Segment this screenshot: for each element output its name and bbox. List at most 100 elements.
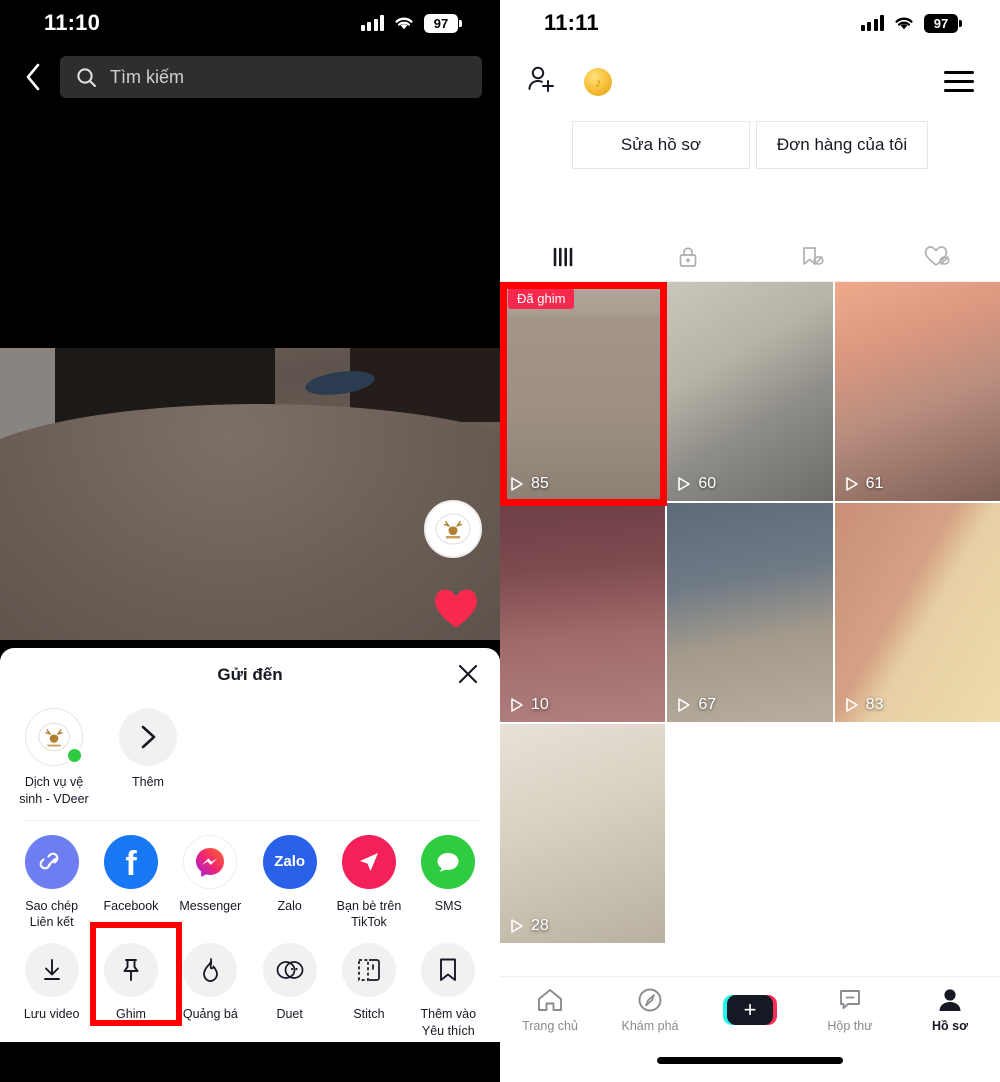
status-indicators: 97 [360, 13, 462, 33]
share-app-sms[interactable]: SMS [409, 834, 488, 931]
avatar[interactable] [424, 500, 482, 558]
video-thumbnail[interactable]: 10 [500, 503, 666, 722]
video-thumbnail[interactable]: 61 [834, 282, 1000, 501]
online-status-dot [66, 747, 83, 764]
tab-posts[interactable] [500, 235, 625, 281]
inbox-icon [840, 990, 860, 1009]
battery-indicator: 97 [424, 13, 462, 33]
action-label: Quảng bá [182, 1007, 238, 1021]
view-count-value: 83 [865, 696, 884, 713]
edit-profile-button[interactable]: Sửa hồ sơ [572, 121, 750, 169]
view-count: 28 [510, 917, 549, 935]
grid-posts-icon [553, 247, 572, 267]
share-app-messenger[interactable]: Messenger [171, 834, 250, 931]
close-button[interactable] [456, 662, 480, 691]
share-app-facebook[interactable]: f Facebook [91, 834, 170, 931]
action-stitch[interactable]: Stitch [329, 943, 408, 1039]
status-bar-right: 11:11 97 [500, 0, 1000, 46]
view-count: 60 [677, 475, 716, 493]
flame-icon [183, 943, 238, 997]
add-person-icon[interactable] [526, 64, 558, 99]
share-more-item[interactable]: Thêm [112, 708, 184, 808]
share-bottom-sheet: Gửi đến Dịch vụ vệ sinh - VDeer Thêm Sao… [0, 648, 500, 1042]
app-label: SMS [434, 898, 462, 913]
view-count: 83 [845, 696, 884, 714]
cellular-bars-icon [860, 15, 884, 31]
battery-indicator: 97 [924, 13, 962, 33]
dual-screenshot-comparison: 11:10 97 Tìm kiếm Gửi đến Dịch vụ vệ sin… [0, 0, 1000, 1082]
video-thumbnail[interactable]: Đã ghim 85 [500, 282, 666, 501]
back-button[interactable] [16, 57, 50, 97]
share-app-tiktok-friends[interactable]: Bạn bè trên TikTok [329, 834, 408, 931]
compass-icon [638, 988, 662, 1012]
video-thumbnail[interactable]: 83 [834, 503, 1000, 722]
hamburger-menu-icon[interactable] [944, 71, 974, 92]
status-bar-left: 11:10 97 [0, 0, 500, 46]
action-save-video[interactable]: Lưu video [12, 943, 91, 1039]
nav-create[interactable]: + [700, 994, 800, 1025]
action-label: Thêm vào Yêu thích [420, 1007, 477, 1038]
video-player[interactable] [0, 348, 500, 640]
share-app-zalo[interactable]: Zalo Zalo [250, 834, 329, 931]
status-time: 11:10 [44, 10, 101, 35]
download-icon [24, 943, 79, 997]
bottom-navigation: Trang chủ Khám phá + Hộp thư Hồ sơ [500, 976, 1000, 1042]
deer-logo-avatar [435, 513, 471, 545]
share-friend-item[interactable]: Dịch vụ vệ sinh - VDeer [18, 708, 90, 808]
share-sheet-title: Gửi đến [217, 665, 283, 684]
nav-inbox[interactable]: Hộp thư [800, 986, 900, 1033]
tiktok-friends-icon [341, 834, 396, 889]
right-phone-screen: 11:11 97 ♪ Sửa hồ sơ Đơn hàng của tôi Đã… [500, 0, 1000, 1082]
friend-avatar [25, 708, 83, 766]
search-input[interactable]: Tìm kiếm [60, 56, 482, 98]
action-duet[interactable]: Duet [250, 943, 329, 1039]
home-icon [538, 989, 562, 1011]
zalo-icon: Zalo [262, 834, 317, 889]
view-count-value: 10 [531, 696, 549, 713]
tab-liked[interactable] [875, 235, 1000, 281]
create-plus-icon: + [723, 994, 777, 1025]
app-label: Facebook [103, 898, 159, 913]
tab-private[interactable] [625, 235, 750, 281]
status-time: 11:11 [544, 10, 599, 35]
friend-name: Dịch vụ vệ sinh - VDeer [19, 775, 89, 806]
my-orders-button[interactable]: Đơn hàng của tôi [756, 121, 928, 169]
search-icon [77, 67, 96, 87]
stitch-icon [341, 943, 396, 997]
nav-label: Trang chủ [522, 1019, 578, 1033]
heart-icon[interactable] [434, 588, 478, 630]
view-count-value: 85 [531, 475, 549, 492]
video-grid-container: Đã ghim 85 60 61 10 67 83 28 [500, 282, 1000, 943]
view-count: 67 [677, 696, 716, 714]
wifi-icon [895, 17, 913, 30]
duet-icon [262, 943, 317, 997]
share-apps-row: Sao chép Liên kết f Facebook Messenger Z… [0, 821, 500, 931]
tiktok-coin-icon[interactable]: ♪ [584, 67, 612, 96]
play-icon [511, 698, 523, 712]
profile-person-icon [939, 989, 961, 1011]
share-app-copy-link[interactable]: Sao chép Liên kết [12, 834, 91, 931]
action-promote[interactable]: Quảng bá [171, 943, 250, 1039]
action-add-favorites[interactable]: Thêm vào Yêu thích [409, 943, 488, 1039]
view-count-value: 61 [865, 475, 884, 492]
profile-action-buttons: Sửa hồ sơ Đơn hàng của tôi [500, 121, 1000, 169]
video-grid: Đã ghim 85 60 61 10 67 83 28 [500, 282, 1000, 943]
play-icon [511, 919, 523, 933]
nav-home[interactable]: Trang chủ [500, 986, 600, 1033]
action-label: Duet [276, 1007, 303, 1021]
video-thumbnail[interactable]: 28 [500, 724, 666, 943]
profile-tabs [500, 235, 1000, 282]
nav-discover[interactable]: Khám phá [600, 986, 700, 1033]
nav-profile[interactable]: Hồ sơ [900, 986, 1000, 1033]
messenger-icon [183, 834, 238, 889]
video-thumbnail[interactable]: 60 [667, 282, 833, 501]
profile-header: ♪ [500, 46, 1000, 99]
status-indicators: 97 [860, 13, 962, 33]
tab-reposts[interactable] [750, 235, 875, 281]
action-pin[interactable]: Ghim [91, 943, 170, 1039]
video-thumbnail[interactable]: 67 [667, 503, 833, 722]
app-label: Sao chép Liên kết [25, 898, 79, 930]
view-count: 61 [845, 475, 884, 493]
play-icon [845, 698, 858, 712]
cellular-bars-icon [360, 15, 384, 31]
